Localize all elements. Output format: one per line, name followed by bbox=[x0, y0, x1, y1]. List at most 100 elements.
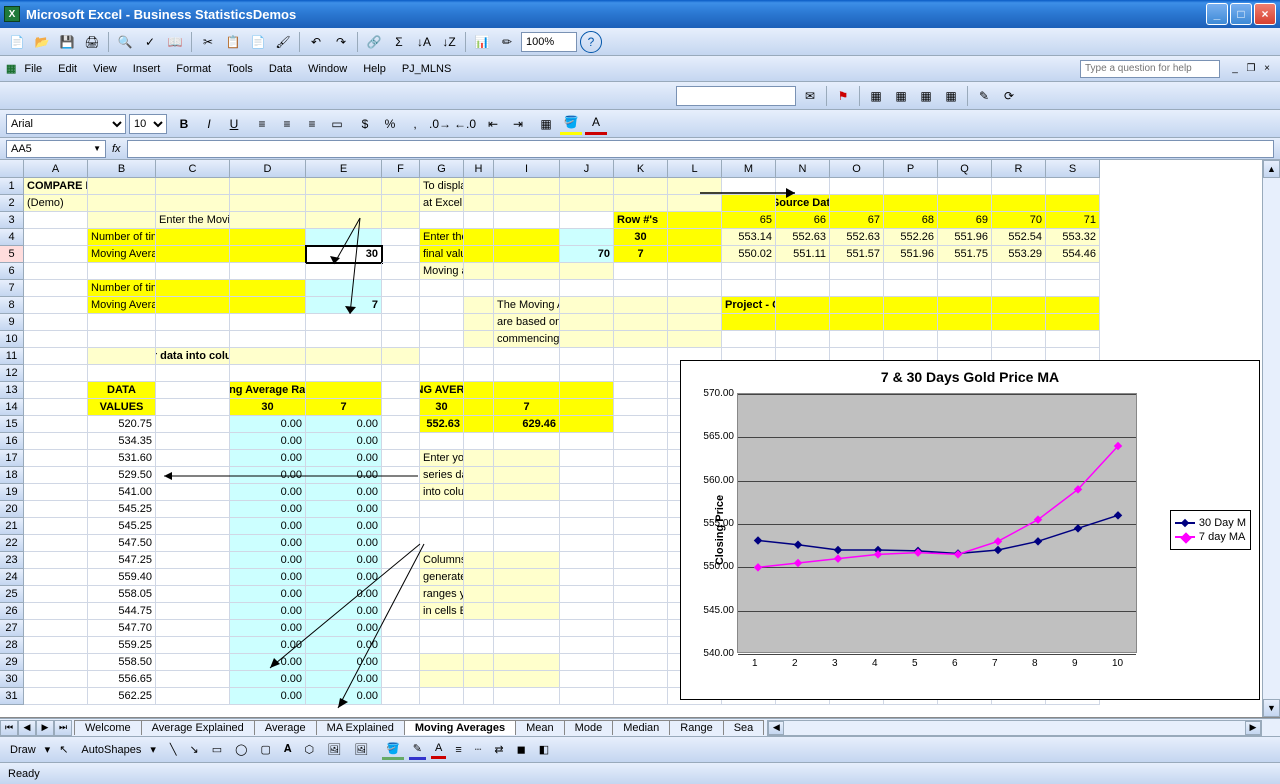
cell-A28[interactable] bbox=[24, 637, 88, 654]
cell-O6[interactable] bbox=[830, 263, 884, 280]
cell-I11[interactable] bbox=[494, 348, 560, 365]
cell-H5[interactable] bbox=[464, 246, 494, 263]
cell-B10[interactable] bbox=[88, 331, 156, 348]
italic-button[interactable]: I bbox=[198, 113, 220, 135]
cell-M6[interactable] bbox=[722, 263, 776, 280]
cell-P6[interactable] bbox=[884, 263, 938, 280]
row-header-19[interactable]: 19 bbox=[0, 484, 24, 501]
cell-F20[interactable] bbox=[382, 501, 420, 518]
menu-insert[interactable]: Insert bbox=[125, 60, 169, 78]
cell-Q7[interactable] bbox=[938, 280, 992, 297]
cell-O2[interactable] bbox=[830, 195, 884, 212]
cell-H13[interactable] bbox=[464, 382, 494, 399]
cell-Q2[interactable] bbox=[938, 195, 992, 212]
cell-D18[interactable]: 0.00 bbox=[230, 467, 306, 484]
cell-A1[interactable]: COMPARE MOVING AVERAGES bbox=[24, 178, 88, 195]
sheet-tab-mode[interactable]: Mode bbox=[564, 720, 614, 735]
col-header-C[interactable]: C bbox=[156, 160, 230, 178]
aux-icon-7[interactable]: ⟳ bbox=[998, 85, 1020, 107]
cell-R3[interactable]: 70 bbox=[992, 212, 1046, 229]
cell-J18[interactable] bbox=[560, 467, 614, 484]
cell-I7[interactable] bbox=[494, 280, 560, 297]
cell-B8[interactable]: Moving Average B bbox=[88, 297, 156, 314]
cell-F13[interactable] bbox=[382, 382, 420, 399]
cell-I24[interactable] bbox=[494, 569, 560, 586]
cell-K25[interactable] bbox=[614, 586, 668, 603]
drawing-icon[interactable]: ✏ bbox=[496, 31, 518, 53]
cell-G24[interactable]: generate the data bbox=[420, 569, 464, 586]
autoshapes-menu[interactable]: AutoShapes bbox=[77, 742, 145, 758]
cell-K31[interactable] bbox=[614, 688, 668, 705]
comma-button[interactable]: , bbox=[404, 113, 426, 135]
cell-G14[interactable]: 30 bbox=[420, 399, 464, 416]
tab-next-icon[interactable]: ▶ bbox=[36, 720, 54, 736]
col-header-S[interactable]: S bbox=[1046, 160, 1100, 178]
align-center-button[interactable]: ≡ bbox=[276, 113, 298, 135]
3d-icon[interactable]: ◧ bbox=[535, 741, 553, 758]
cell-N5[interactable]: 551.11 bbox=[776, 246, 830, 263]
col-header-M[interactable]: M bbox=[722, 160, 776, 178]
cell-K21[interactable] bbox=[614, 518, 668, 535]
cell-J9[interactable] bbox=[560, 314, 614, 331]
cell-K11[interactable] bbox=[614, 348, 668, 365]
cell-B24[interactable]: 559.40 bbox=[88, 569, 156, 586]
line-color-icon[interactable]: ✎ bbox=[409, 740, 426, 760]
cell-C7[interactable] bbox=[156, 280, 230, 297]
sheet-tab-moving-averages[interactable]: Moving Averages bbox=[404, 720, 516, 735]
cell-D12[interactable] bbox=[230, 365, 306, 382]
cell-G22[interactable] bbox=[420, 535, 464, 552]
cell-C26[interactable] bbox=[156, 603, 230, 620]
tab-prev-icon[interactable]: ◀ bbox=[18, 720, 36, 736]
cell-G10[interactable] bbox=[420, 331, 464, 348]
cell-N6[interactable] bbox=[776, 263, 830, 280]
cell-E29[interactable]: 0.00 bbox=[306, 654, 382, 671]
cell-J13[interactable] bbox=[560, 382, 614, 399]
cell-I25[interactable] bbox=[494, 586, 560, 603]
cell-A29[interactable] bbox=[24, 654, 88, 671]
cell-F8[interactable] bbox=[382, 297, 420, 314]
cell-I28[interactable] bbox=[494, 637, 560, 654]
cell-K24[interactable] bbox=[614, 569, 668, 586]
cell-A19[interactable] bbox=[24, 484, 88, 501]
name-box-dropdown-icon[interactable]: ▼ bbox=[93, 144, 101, 153]
cell-G19[interactable]: into column B. bbox=[420, 484, 464, 501]
cell-K27[interactable] bbox=[614, 620, 668, 637]
row-header-13[interactable]: 13 bbox=[0, 382, 24, 399]
cell-O8[interactable] bbox=[830, 297, 884, 314]
sort-asc-icon[interactable]: ↓A bbox=[413, 31, 435, 53]
cell-M3[interactable]: 65 bbox=[722, 212, 776, 229]
cell-R6[interactable] bbox=[992, 263, 1046, 280]
cell-K20[interactable] bbox=[614, 501, 668, 518]
draw-menu[interactable]: Draw bbox=[6, 742, 40, 758]
cell-F15[interactable] bbox=[382, 416, 420, 433]
cell-B13[interactable]: DATA bbox=[88, 382, 156, 399]
cell-L1[interactable] bbox=[668, 178, 722, 195]
col-header-I[interactable]: I bbox=[494, 160, 560, 178]
cell-P5[interactable]: 551.96 bbox=[884, 246, 938, 263]
cell-E26[interactable]: 0.00 bbox=[306, 603, 382, 620]
cell-A2[interactable]: (Demo) bbox=[24, 195, 88, 212]
cell-H6[interactable] bbox=[464, 263, 494, 280]
cell-Q10[interactable] bbox=[938, 331, 992, 348]
cell-F10[interactable] bbox=[382, 331, 420, 348]
cell-G8[interactable] bbox=[420, 297, 464, 314]
col-header-O[interactable]: O bbox=[830, 160, 884, 178]
row-header-30[interactable]: 30 bbox=[0, 671, 24, 688]
new-icon[interactable]: 📄 bbox=[6, 31, 28, 53]
cell-B18[interactable]: 529.50 bbox=[88, 467, 156, 484]
row-header-12[interactable]: 12 bbox=[0, 365, 24, 382]
cell-O9[interactable] bbox=[830, 314, 884, 331]
cell-A11[interactable] bbox=[24, 348, 88, 365]
sheet-tab-average[interactable]: Average bbox=[254, 720, 317, 735]
cell-K15[interactable] bbox=[614, 416, 668, 433]
cell-A17[interactable] bbox=[24, 450, 88, 467]
cell-D6[interactable] bbox=[230, 263, 306, 280]
cell-L8[interactable] bbox=[668, 297, 722, 314]
cell-C29[interactable] bbox=[156, 654, 230, 671]
cell-H8[interactable] bbox=[464, 297, 494, 314]
cell-D22[interactable]: 0.00 bbox=[230, 535, 306, 552]
cell-E15[interactable]: 0.00 bbox=[306, 416, 382, 433]
col-header-N[interactable]: N bbox=[776, 160, 830, 178]
cell-D26[interactable]: 0.00 bbox=[230, 603, 306, 620]
cell-R10[interactable] bbox=[992, 331, 1046, 348]
